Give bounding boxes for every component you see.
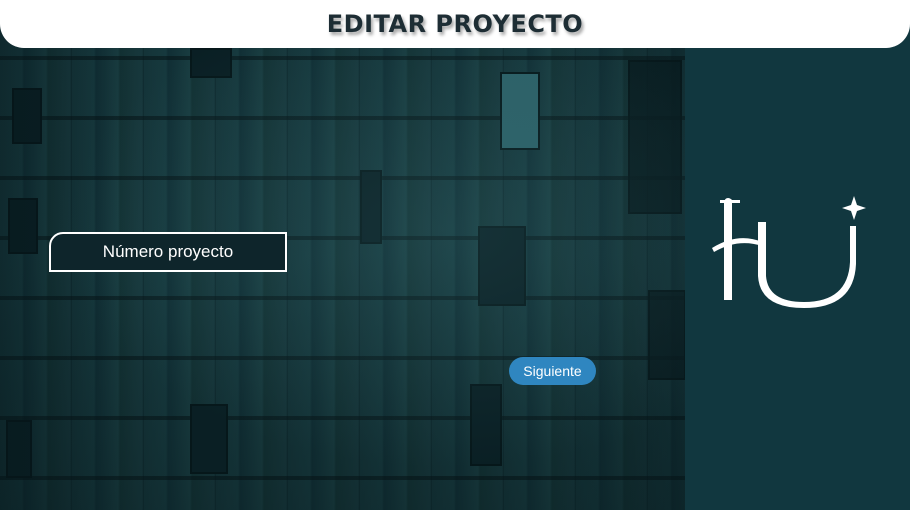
building-balcony — [628, 60, 682, 214]
header-bar: EDITAR PROYECTO — [0, 0, 910, 48]
project-number-label: Número proyecto — [102, 242, 234, 261]
building-window — [360, 170, 382, 244]
building-window — [478, 226, 526, 306]
building-window — [190, 48, 232, 78]
page-title: EDITAR PROYECTO — [326, 10, 584, 38]
building-balcony — [648, 290, 686, 380]
building-window — [500, 72, 540, 150]
building-window — [8, 198, 38, 254]
building-window — [12, 88, 42, 144]
project-number-field[interactable]: Número proyecto — [49, 232, 287, 272]
building-window — [6, 420, 32, 478]
next-button[interactable]: Siguiente — [509, 357, 596, 385]
building-window — [470, 384, 502, 466]
hu-monogram-logo — [712, 196, 866, 308]
building-window — [190, 404, 228, 474]
